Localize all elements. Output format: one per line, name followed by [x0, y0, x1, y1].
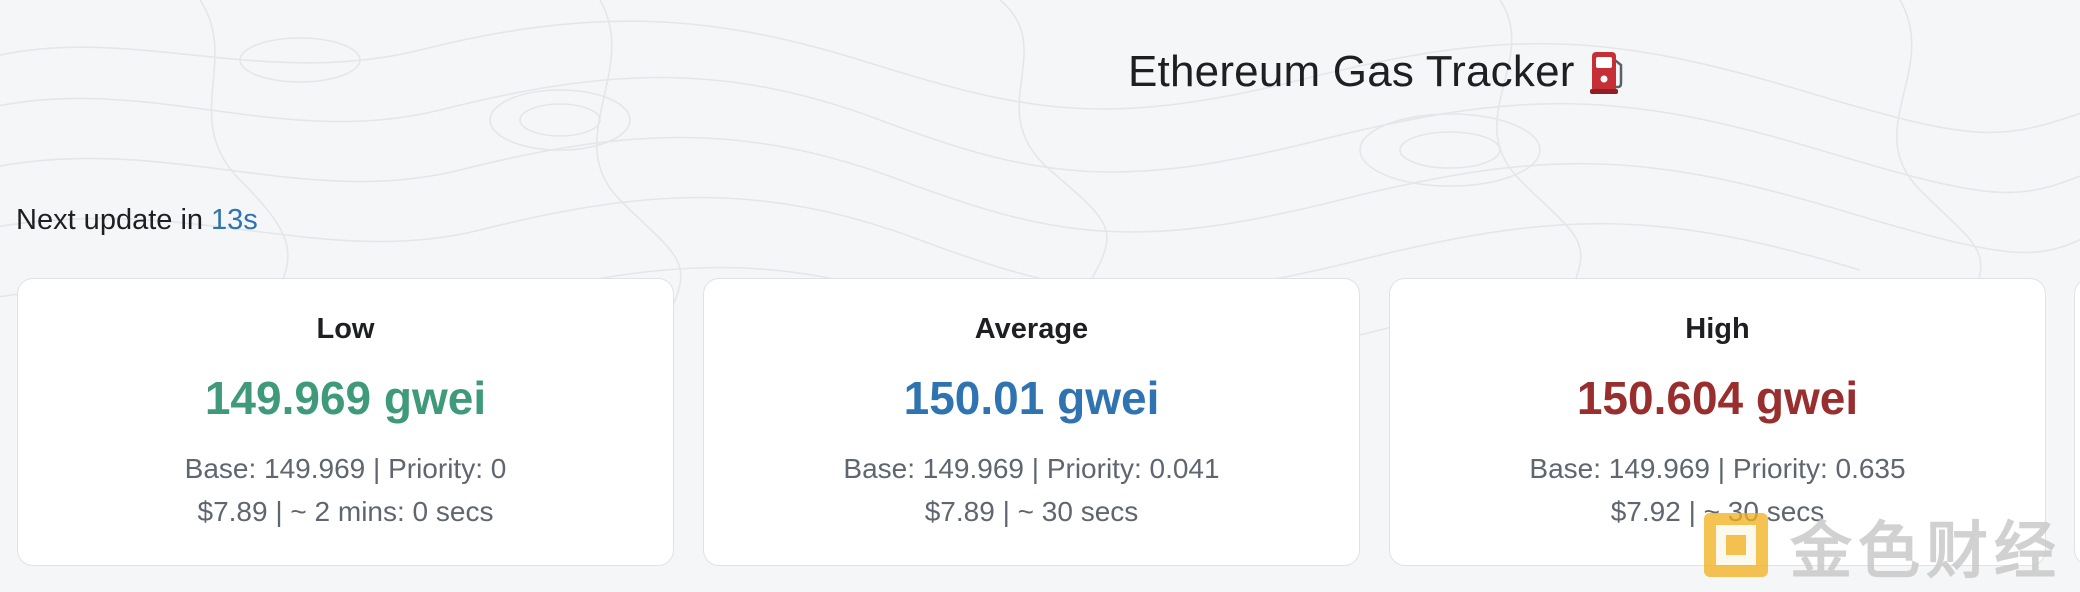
watermark-text: 金色财经: [1790, 514, 2063, 587]
gas-cost-time: $7.89 | ~ 30 secs: [924, 496, 1139, 527]
next-update-label: Next update in: [16, 204, 204, 236]
gas-card-low: Low 149.969 gwei Base: 149.969 | Priorit…: [17, 278, 674, 566]
gas-price-value: 149.969 gwei: [204, 372, 487, 424]
gas-card-label: Low: [316, 313, 375, 345]
gas-base-priority: Base: 149.969 | Priority: 0: [184, 453, 507, 484]
fuel-pump-icon: [1589, 52, 1622, 94]
watermark: 金色财经: [1700, 505, 2062, 587]
gas-price-value: 150.01 gwei: [903, 372, 1160, 424]
gas-price-value: 150.604 gwei: [1576, 372, 1859, 424]
gas-base-priority: Base: 149.969 | Priority: 0.041: [843, 453, 1220, 484]
gas-base-priority: Base: 149.969 | Priority: 0.635: [1529, 453, 1906, 484]
gas-card-partial: [2074, 278, 2080, 566]
gas-card-label: Average: [974, 313, 1089, 345]
next-update-status: Next update in 13s: [16, 204, 258, 237]
jinse-logo-icon: [1704, 513, 1768, 577]
next-update-countdown: 13s: [211, 204, 258, 236]
gas-cost-time: $7.89 | ~ 2 mins: 0 secs: [197, 496, 494, 527]
gas-card-label: High: [1685, 313, 1750, 345]
page-title-text: Ethereum Gas Tracker: [1128, 47, 1575, 96]
gas-card-average: Average 150.01 gwei Base: 149.969 | Prio…: [703, 278, 1360, 566]
page-title: Ethereum Gas Tracker: [1128, 44, 1625, 100]
